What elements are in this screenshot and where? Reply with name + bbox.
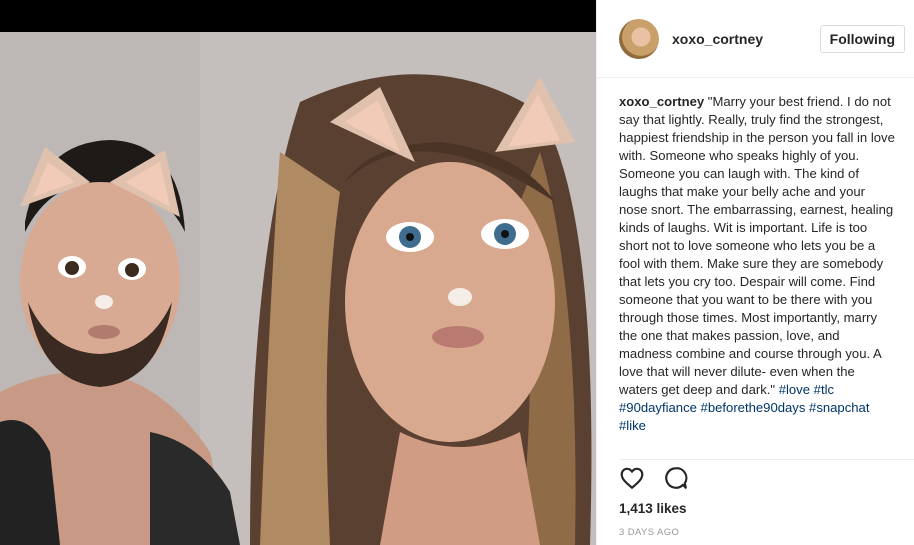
- selfie-photo-illustration: [0, 32, 596, 545]
- post-date[interactable]: 3 DAYS AGO: [619, 527, 679, 538]
- avatar[interactable]: [619, 18, 659, 59]
- caption: xoxo_cortney "Marry your best friend. I …: [619, 93, 895, 435]
- following-button[interactable]: Following: [819, 24, 905, 53]
- comment-icon[interactable]: [663, 465, 689, 491]
- hashtag-beforethe90days[interactable]: #beforethe90days: [701, 400, 806, 415]
- divider: [619, 459, 914, 460]
- heart-icon[interactable]: [619, 465, 645, 491]
- caption-username[interactable]: xoxo_cortney: [619, 94, 704, 109]
- caption-container[interactable]: xoxo_cortney "Marry your best friend. I …: [619, 93, 895, 455]
- hashtag-like[interactable]: #like: [619, 418, 646, 433]
- post-sidebar: xoxo_cortney Following xoxo_cortney "Mar…: [596, 0, 914, 545]
- post-photo[interactable]: [0, 32, 596, 545]
- hashtag-tlc[interactable]: #tlc: [814, 382, 834, 397]
- caption-text: "Marry your best friend. I do not say th…: [619, 94, 895, 397]
- header-username[interactable]: xoxo_cortney: [672, 31, 820, 47]
- hashtag-snapchat[interactable]: #snapchat: [809, 400, 869, 415]
- hashtag-90dayfiance[interactable]: #90dayfiance: [619, 400, 697, 415]
- hashtag-love[interactable]: #love: [779, 382, 810, 397]
- post-media: [0, 0, 596, 545]
- like-count[interactable]: 1,413 likes: [619, 501, 687, 516]
- post-header: xoxo_cortney Following: [597, 0, 914, 78]
- action-bar: [619, 465, 689, 491]
